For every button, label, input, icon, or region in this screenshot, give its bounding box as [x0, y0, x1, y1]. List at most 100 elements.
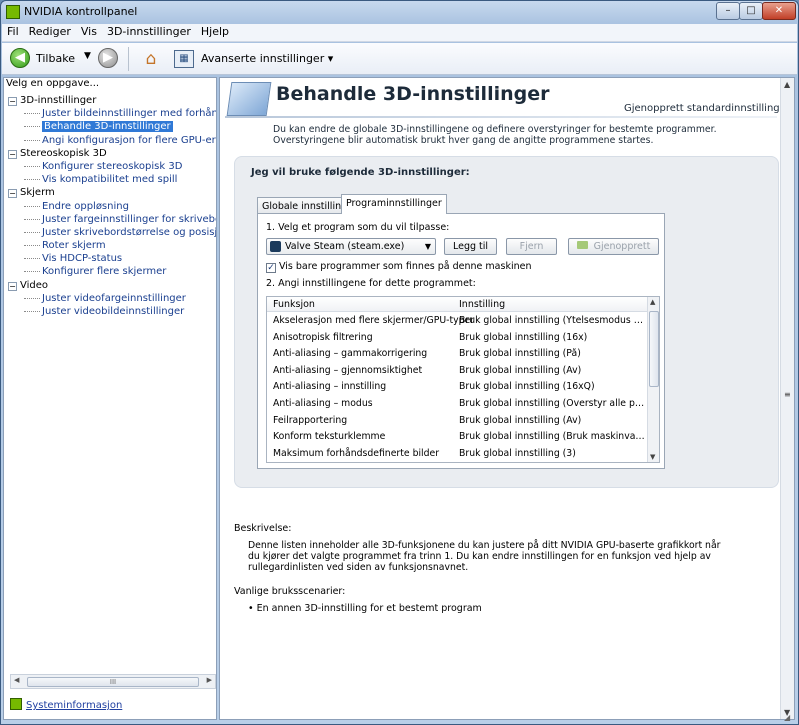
show-only-checkbox[interactable]: ✓ Vis bare programmer som finnes på denne…: [266, 261, 531, 273]
feature-cell: Anti-aliasing – modus: [273, 397, 373, 409]
tree-item[interactable]: Juster videofargeinnstillinger: [8, 292, 216, 305]
title-bar: NVIDIA kontrollpanel – □ ✕: [1, 1, 798, 23]
table-row[interactable]: Konform teksturklemme Bruk global innstil…: [267, 429, 647, 446]
table-row[interactable]: Omgivelsesbetinget lysIkke støtte i dett…: [267, 462, 647, 463]
home-icon[interactable]: ⌂: [140, 48, 162, 70]
table-row[interactable]: Anti-aliasing – gammakorrigering Bruk glo…: [267, 346, 647, 363]
collapse-icon[interactable]: −: [8, 149, 17, 159]
chevron-down-icon: ▼: [424, 242, 431, 251]
tree-item-selected[interactable]: Behandle 3D-innstillinger: [8, 120, 216, 133]
resize-grip-icon[interactable]: ◢: [784, 713, 796, 724]
menu-edit[interactable]: Rediger: [24, 24, 76, 39]
table-scrollbar[interactable]: ▲ ▼: [647, 297, 659, 462]
back-dropdown-icon[interactable]: ▼: [84, 51, 91, 73]
tree-item[interactable]: Vis kompatibilitet med spill: [8, 173, 216, 186]
scroll-right-icon[interactable]: ▶: [207, 676, 212, 684]
menu-3d-settings[interactable]: 3D-innstillinger: [102, 24, 196, 39]
system-info-link[interactable]: Systeminformasjon: [26, 700, 122, 711]
table-scroll-thumb[interactable]: [649, 311, 659, 387]
menu-file[interactable]: Fil: [2, 24, 24, 39]
view-grid-icon[interactable]: ▦: [174, 50, 194, 68]
system-info: Systeminformasjon: [10, 698, 122, 711]
tree-category[interactable]: − Stereoskopisk 3D: [8, 147, 216, 160]
tree-item[interactable]: Juster fargeinnstillinger for skrivebord…: [8, 213, 216, 226]
steam-icon: [270, 241, 281, 252]
remove-button[interactable]: Fjern: [506, 238, 557, 255]
menu-help[interactable]: Hjelp: [196, 24, 234, 39]
table-row[interactable]: Anti-aliasing – innstilling Bruk global i…: [267, 379, 647, 396]
scroll-thumb[interactable]: III: [27, 677, 199, 687]
collapse-icon[interactable]: −: [8, 97, 17, 106]
checkbox-checked-icon[interactable]: ✓: [266, 263, 276, 273]
feature-cell: Anti-aliasing – gjennomsiktighet: [273, 364, 423, 376]
setting-cell[interactable]: Bruk global innstilling (16x): [459, 332, 645, 343]
back-button[interactable]: Tilbake: [36, 52, 75, 74]
3d-settings-icon: [226, 82, 272, 116]
program-select-value: Valve Steam (steam.exe): [285, 241, 405, 252]
tree-item-label: Juster videobildeinnstillinger: [42, 306, 185, 317]
back-arrow-icon[interactable]: ◀: [10, 48, 30, 68]
tree-category[interactable]: −3D-innstillinger: [8, 94, 216, 107]
close-button[interactable]: ✕: [762, 2, 796, 20]
tree-item[interactable]: Angi konfigurasjon for flere GPU-er og P…: [8, 134, 216, 147]
setting-cell[interactable]: Bruk global innstilling (Overstyr alle p…: [459, 398, 645, 409]
tree-item-label: Konfigurer stereoskopisk 3D: [42, 160, 183, 172]
setting-cell[interactable]: Bruk global innstilling (16xQ): [459, 381, 645, 392]
tree-item-label: Vis HDCP-status: [42, 253, 123, 265]
feature-cell: Feilrapportering: [273, 414, 348, 426]
scroll-down-icon[interactable]: ▼: [650, 453, 655, 461]
advanced-settings-dropdown[interactable]: Avanserte innstillinger ▾: [201, 52, 333, 74]
column-header-feature[interactable]: Funksjon: [273, 299, 315, 310]
tree-item-label: Vis kompatibilitet med spill: [42, 174, 178, 186]
forward-arrow-icon[interactable]: ▶: [98, 48, 118, 68]
minimize-button[interactable]: –: [716, 2, 740, 20]
table-row[interactable]: Anti-aliasing – gjennomsiktighet Bruk glo…: [267, 363, 647, 380]
scroll-grip-icon[interactable]: ≡: [784, 390, 791, 399]
maximize-button[interactable]: □: [739, 2, 763, 20]
step1-label: 1. Velg et program som du vil tilpasse:: [266, 222, 450, 233]
tree-item[interactable]: Juster videobildeinnstillinger: [8, 305, 216, 318]
scroll-up-icon[interactable]: ▲: [784, 80, 790, 89]
table-row[interactable]: Anti-aliasing – modus Bruk global innstil…: [267, 396, 647, 413]
show-only-label: Vis bare programmer som finnes på denne …: [279, 261, 532, 272]
table-row[interactable]: Anisotropisk filtrering Bruk global innst…: [267, 330, 647, 347]
horizontal-scrollbar[interactable]: ◀ III ▶: [10, 674, 216, 689]
nvidia-restore-icon: [576, 241, 588, 249]
tree-item[interactable]: Endre oppløsning: [8, 200, 216, 213]
setting-cell[interactable]: Bruk global innstilling (Av): [459, 365, 645, 376]
column-header-setting[interactable]: Innstilling: [459, 299, 505, 310]
setting-cell[interactable]: Bruk global innstilling (Bruk maskinvare…: [459, 431, 645, 442]
scroll-up-icon[interactable]: ▲: [650, 298, 655, 306]
table-row[interactable]: Feilrapportering Bruk global innstilling …: [267, 413, 647, 430]
table-row[interactable]: Maksimum forhåndsdefinerte bilder Bruk gl…: [267, 446, 647, 462]
setting-cell[interactable]: Bruk global innstilling (Av): [459, 415, 645, 426]
scroll-left-icon[interactable]: ◀: [14, 676, 19, 684]
restore-defaults-link[interactable]: Gjenopprett standardinnstillinger: [624, 103, 790, 114]
setting-cell[interactable]: Bruk global innstilling (Ytelsesmodus fo…: [459, 315, 645, 326]
task-pane: Velg en oppgave... −3D-innstillinger Just…: [3, 77, 217, 720]
feature-cell: Anisotropisk filtrering: [273, 331, 373, 343]
tree-item-label: Juster fargeinnstillinger for skrivebord…: [42, 213, 216, 225]
tree-category[interactable]: − Skjerm: [8, 186, 216, 199]
setting-cell[interactable]: Bruk global innstilling (3): [459, 448, 645, 459]
tree-item-label: Endre oppløsning: [42, 200, 129, 212]
collapse-icon[interactable]: −: [8, 281, 17, 291]
tab-program-settings[interactable]: Programinnstillinger: [341, 194, 447, 214]
menu-view[interactable]: Vis: [76, 24, 102, 39]
tree-category[interactable]: − Video: [8, 279, 216, 292]
tree-item[interactable]: Juster skrivebordstørrelse og posisjon: [8, 226, 216, 239]
tree-item-label: Juster videofargeinnstillinger: [42, 292, 186, 304]
table-row[interactable]: Akselerasjon med flere skjermer/GPU-type…: [267, 313, 647, 330]
tree-item[interactable]: Roter skjerm: [8, 239, 216, 252]
collapse-icon[interactable]: −: [8, 189, 17, 199]
tree-item[interactable]: Juster bildeinnstillinger med forhåndsvi…: [8, 107, 216, 120]
restore-button[interactable]: Gjenopprett: [568, 238, 659, 255]
main-vertical-scrollbar[interactable]: ▲ ≡ ▼: [780, 78, 794, 719]
add-button[interactable]: Legg til: [444, 238, 497, 255]
usage-item[interactable]: • En annen 3D-innstilling for et bestemt…: [248, 603, 482, 614]
setting-cell[interactable]: Bruk global innstilling (På): [459, 348, 645, 359]
tree-item[interactable]: Konfigurer flere skjermer: [8, 265, 216, 278]
tree-item[interactable]: Konfigurer stereoskopisk 3D: [8, 160, 216, 173]
program-select[interactable]: Valve Steam (steam.exe) ▼: [266, 238, 436, 255]
tree-item[interactable]: Vis HDCP-status: [8, 252, 216, 265]
